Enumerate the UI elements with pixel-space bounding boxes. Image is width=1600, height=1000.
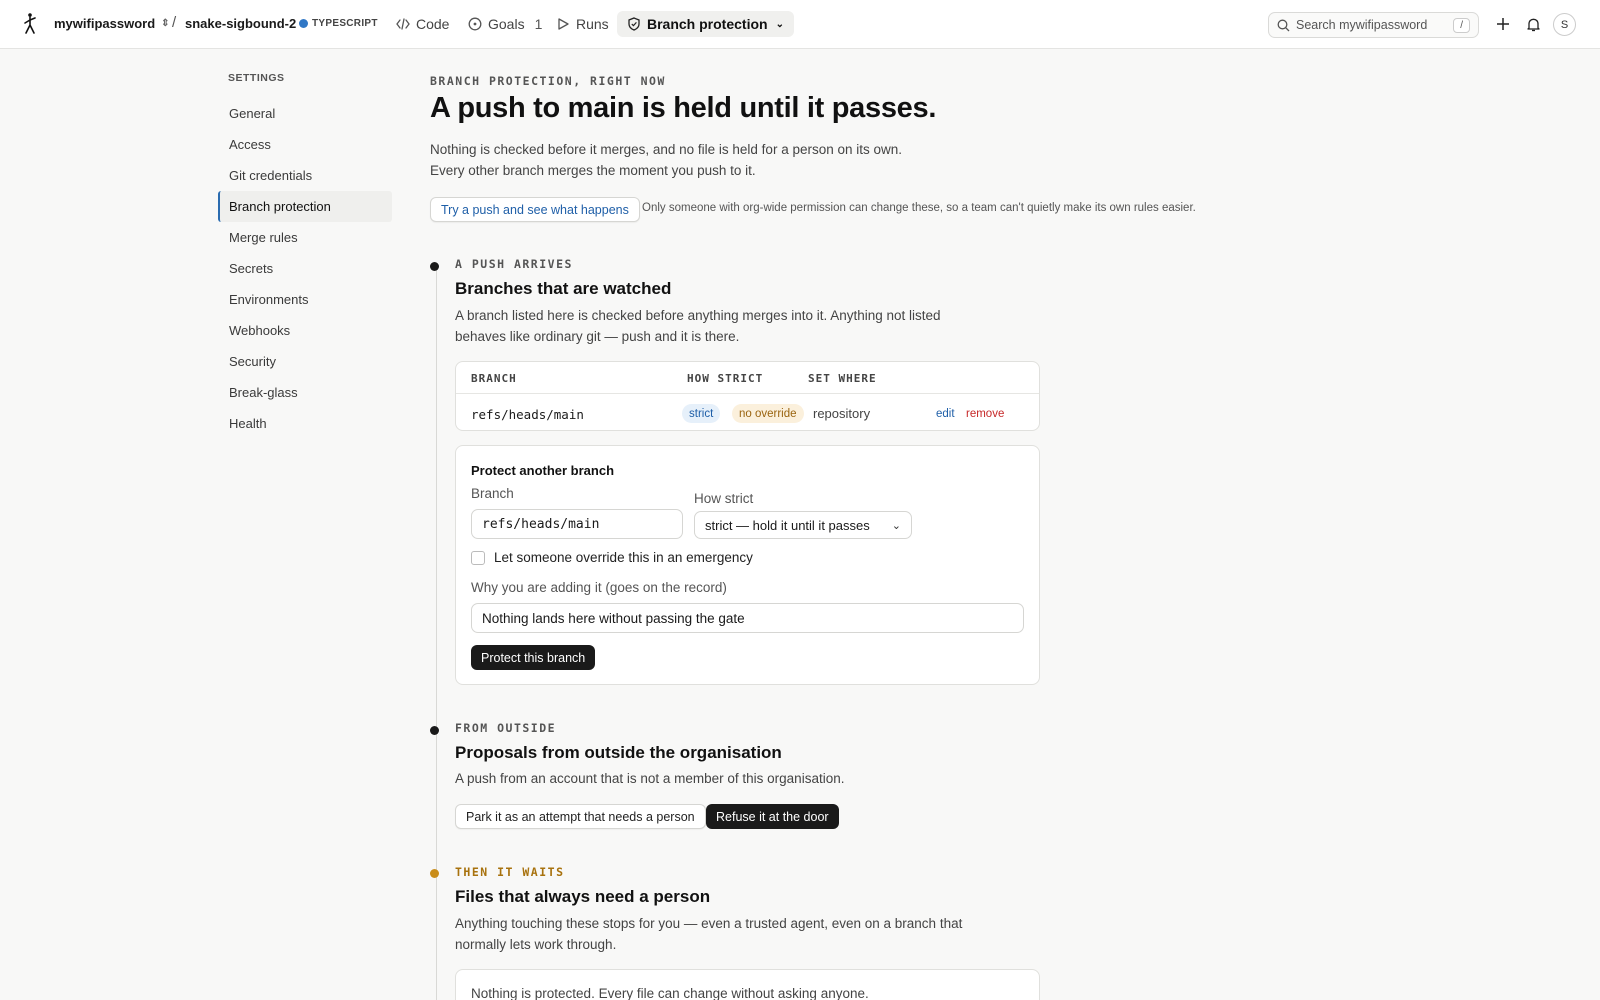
description-line: normally lets work through. (455, 937, 617, 952)
section-title: Proposals from outside the organisation (455, 743, 782, 762)
refuse-at-door-button[interactable]: Refuse it at the door (706, 804, 839, 829)
sidebar-item-break-glass[interactable]: Break-glass (218, 377, 392, 408)
repo-name[interactable]: snake-sigbound-2 (185, 16, 296, 31)
section-eyebrow: THEN IT WAITS (455, 865, 565, 879)
logo-icon[interactable] (20, 12, 40, 36)
avatar[interactable]: S (1553, 13, 1576, 36)
goal-icon (468, 17, 482, 31)
nav-goals[interactable]: Goals 1 (458, 11, 552, 37)
strict-badge: strict (682, 404, 721, 423)
code-icon (396, 18, 410, 30)
branch-cell: refs/heads/main (471, 407, 584, 422)
description-line: Anything touching these stops for you — … (455, 916, 963, 931)
reason-field-label: Why you are adding it (goes on the recor… (471, 580, 727, 595)
top-bar: mywifipassword ⇕ / snake-sigbound-2 TYPE… (0, 0, 1600, 49)
language-dot-icon (299, 19, 308, 28)
goals-count: 1 (534, 16, 543, 32)
set-where-cell: repository (813, 406, 871, 421)
timeline-dot-amber (430, 869, 439, 878)
page-eyebrow: BRANCH PROTECTION, RIGHT NOW (430, 74, 666, 88)
branch-field-label: Branch (471, 486, 514, 501)
no-override-badge: no override (732, 404, 804, 423)
page-title: A push to main is held until it passes. (430, 92, 937, 124)
section-description: A push from an account that is not a mem… (455, 771, 845, 786)
breadcrumb-separator: / (172, 14, 177, 31)
sidebar-item-access[interactable]: Access (218, 129, 392, 160)
search-icon (1277, 19, 1290, 31)
sidebar-item-git-credentials[interactable]: Git credentials (218, 160, 392, 191)
column-header-how-strict: HOW STRICT (687, 372, 764, 385)
protect-branch-form: Protect another branch Branch refs/heads… (455, 445, 1040, 685)
sidebar-item-secrets[interactable]: Secrets (218, 253, 392, 284)
section-eyebrow: FROM OUTSIDE (455, 721, 557, 735)
nav-runs[interactable]: Runs (546, 11, 619, 37)
language-badge: TYPESCRIPT (299, 18, 378, 29)
section-description: A branch listed here is checked before a… (455, 305, 975, 347)
search-shortcut-key: / (1453, 17, 1470, 33)
nav-goals-label: Goals (488, 16, 525, 32)
strict-select[interactable]: strict — hold it until it passes ⌄ (694, 511, 912, 539)
nav-code[interactable]: Code (386, 11, 459, 37)
strict-select-value: strict — hold it until it passes (705, 517, 870, 533)
branch-input[interactable]: refs/heads/main (471, 509, 683, 539)
remove-link[interactable]: remove (966, 408, 1004, 420)
reason-input[interactable]: Nothing lands here without passing the g… (471, 603, 1024, 633)
plus-icon[interactable] (1494, 15, 1512, 33)
timeline-dot (430, 726, 439, 735)
table-divider (456, 393, 1039, 394)
try-push-button[interactable]: Try a push and see what happens (430, 197, 640, 222)
column-header-branch: BRANCH (471, 372, 517, 385)
form-title: Protect another branch (471, 463, 615, 478)
sidebar-item-merge-rules[interactable]: Merge rules (218, 222, 392, 253)
section-title: Branches that are watched (455, 279, 672, 298)
timeline-dot (430, 262, 439, 271)
org-switcher[interactable]: mywifipassword ⇕ (54, 16, 170, 31)
protect-branch-button[interactable]: Protect this branch (471, 645, 596, 670)
updown-chevron-icon: ⇕ (161, 18, 170, 29)
park-attempt-button[interactable]: Park it as an attempt that needs a perso… (455, 804, 706, 829)
bell-icon[interactable] (1524, 15, 1542, 33)
org-name: mywifipassword (54, 16, 156, 31)
play-icon (558, 18, 569, 30)
edit-link[interactable]: edit (936, 408, 955, 420)
description-line: behaves like ordinary git — push and it … (455, 329, 740, 344)
sidebar-item-environments[interactable]: Environments (218, 284, 392, 315)
search-placeholder: Search mywifipassword (1296, 18, 1428, 32)
override-checkbox-label[interactable]: Let someone override this in an emergenc… (494, 550, 753, 565)
nav-branch-protection-label: Branch protection (647, 16, 768, 32)
sidebar-item-security[interactable]: Security (218, 346, 392, 377)
nav-branch-protection[interactable]: Branch protection ⌄ (617, 11, 794, 37)
section-description: Anything touching these stops for you — … (455, 913, 995, 955)
lead-line-2: Every other branch merges the moment you… (430, 163, 756, 178)
watched-branches-table: BRANCH HOW STRICT SET WHERE refs/heads/m… (455, 361, 1040, 431)
chevron-down-icon: ⌄ (775, 18, 784, 30)
settings-sidebar: SETTINGS General Access Git credentials … (218, 72, 392, 439)
sidebar-item-general[interactable]: General (218, 98, 392, 129)
chevron-down-icon: ⌄ (891, 519, 901, 532)
sidebar-item-branch-protection[interactable]: Branch protection (218, 191, 392, 222)
override-checkbox[interactable] (471, 551, 485, 565)
strict-field-label: How strict (694, 491, 754, 506)
timeline-line (436, 263, 437, 1000)
sidebar-item-health[interactable]: Health (218, 408, 392, 439)
language-label: TYPESCRIPT (312, 18, 378, 29)
empty-state-text: Nothing is protected. Every file can cha… (471, 986, 869, 1000)
nav-code-label: Code (416, 16, 450, 32)
column-header-set-where: SET WHERE (808, 372, 877, 385)
protected-files-card: Nothing is protected. Every file can cha… (455, 969, 1040, 1000)
search-input[interactable]: Search mywifipassword / (1268, 12, 1479, 38)
sidebar-item-webhooks[interactable]: Webhooks (218, 315, 392, 346)
nav-runs-label: Runs (576, 16, 609, 32)
lead-line-1: Nothing is checked before it merges, and… (430, 142, 903, 157)
section-eyebrow: A PUSH ARRIVES (455, 257, 573, 271)
description-line: A branch listed here is checked before a… (455, 308, 941, 323)
section-title: Files that always need a person (455, 887, 711, 906)
sidebar-heading: SETTINGS (228, 72, 285, 84)
shield-icon (628, 17, 640, 31)
permission-note: Only someone with org-wide permission ca… (642, 202, 1196, 214)
page-lead: Nothing is checked before it merges, and… (430, 139, 902, 181)
